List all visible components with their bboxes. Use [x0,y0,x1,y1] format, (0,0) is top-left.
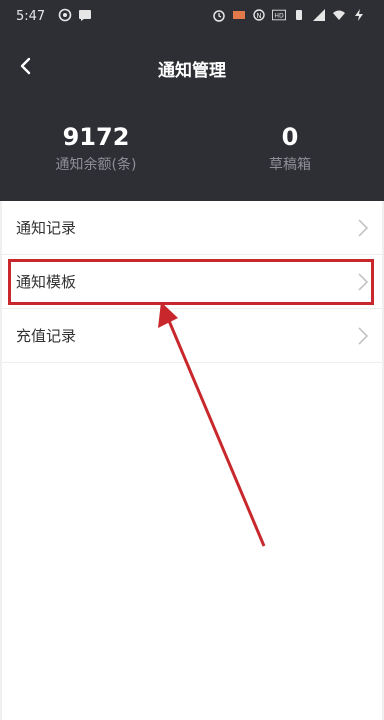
status-right-icons: N HD [212,8,366,22]
title-bar: 通知管理 [0,44,384,88]
svg-text:HD: HD [274,13,284,20]
alarm-icon [58,8,72,22]
header: 5:47 N HD 通知管理 9172 通知余额(条) 0 草稿箱 [0,0,384,201]
status-time: 5:47 [16,9,46,24]
annotation-highlight-box [8,259,374,305]
list-item-label: 充值记录 [16,327,77,345]
svg-text:N: N [256,12,261,20]
alarm-clock-icon [213,10,225,22]
list-item-label: 通知记录 [16,219,77,237]
battery-saver-icon [233,11,245,19]
list-item-notification-records[interactable]: 通知记录 [0,201,384,255]
page-title: 通知管理 [158,61,226,81]
stat-label: 通知余额(条) [55,157,137,173]
stat-drafts[interactable]: 0 草稿箱 [210,122,370,174]
signal-icon [313,9,325,21]
hd-icon: HD [272,9,286,21]
stat-notification-balance[interactable]: 9172 通知余额(条) [16,122,176,174]
left-edge-shadow [0,201,2,720]
chevron-right-icon [358,219,369,237]
status-bar: 5:47 N HD [0,0,384,36]
stat-label: 草稿箱 [269,157,311,173]
chat-icon [79,10,91,21]
vibrate-icon [296,10,302,20]
nfc-icon: N [253,9,265,21]
charging-icon [355,9,363,21]
stat-value: 0 [281,123,299,151]
chevron-right-icon [358,327,369,345]
wifi-icon [333,10,345,20]
list-item-recharge-records[interactable]: 充值记录 [0,309,384,363]
stat-value: 9172 [62,123,130,151]
status-left-icons [58,8,92,22]
